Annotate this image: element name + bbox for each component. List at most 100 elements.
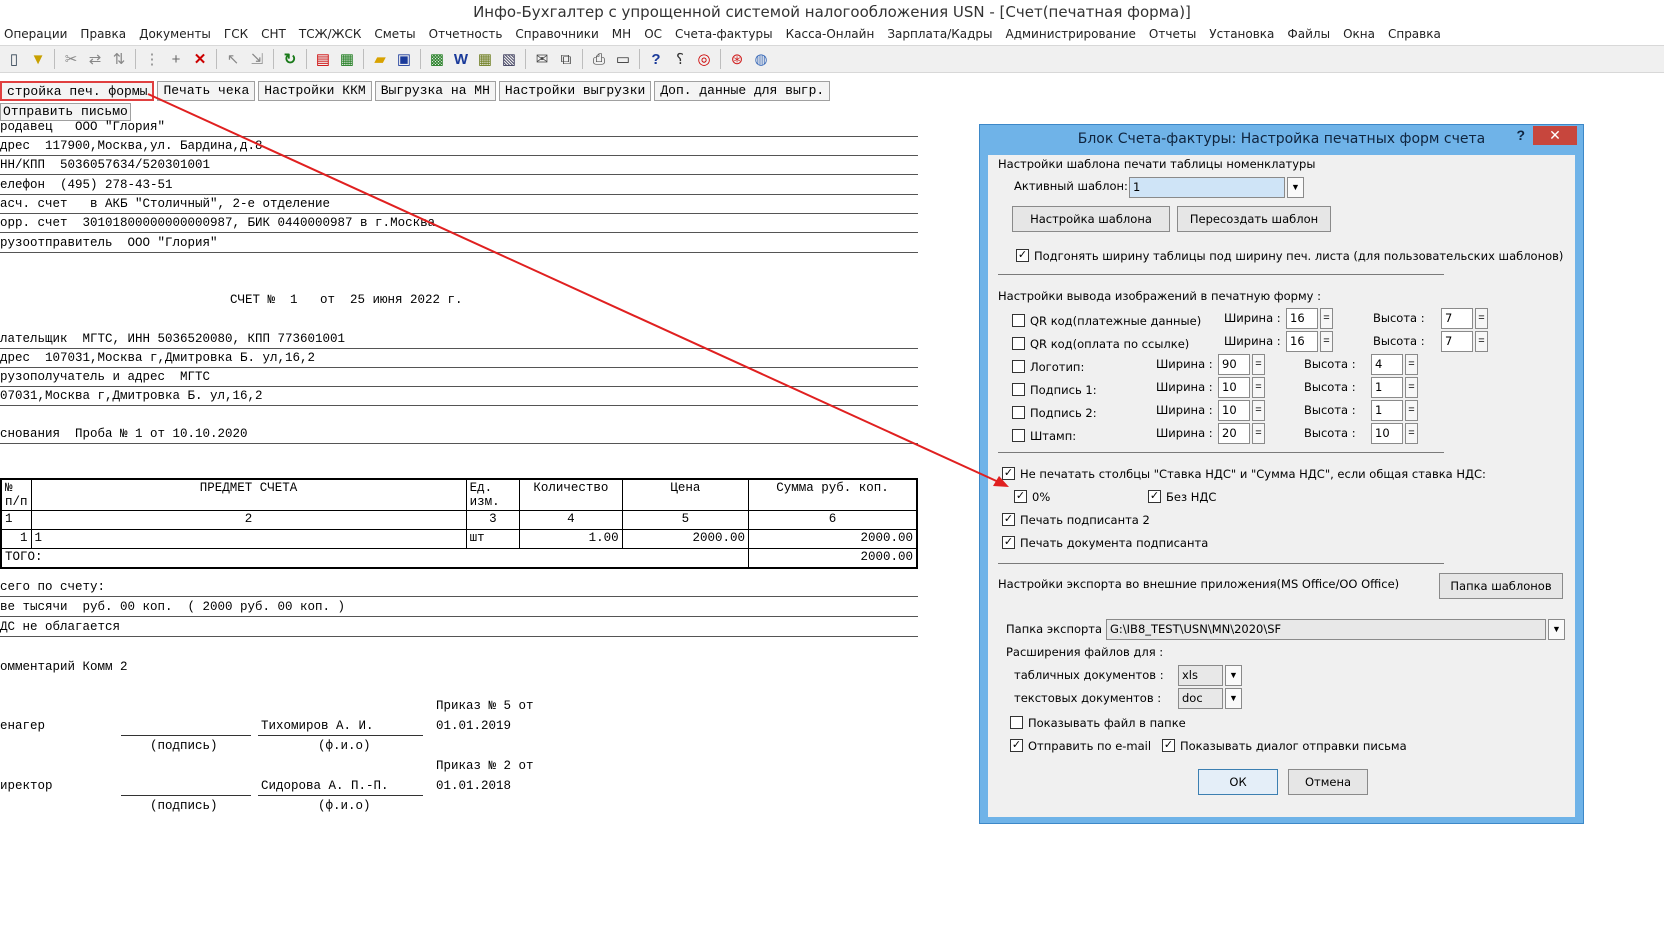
show-in-folder-checkbox[interactable] [1010,716,1023,729]
help-icon[interactable]: ? [644,47,668,71]
active-template-combo[interactable]: 1 [1129,177,1285,198]
signature2-height-eq[interactable]: = [1405,400,1418,421]
context-help-icon[interactable]: ⸮ [668,47,692,71]
menu-admin[interactable]: Администрирование [1006,27,1136,41]
qr-link-checkbox[interactable] [1012,337,1025,350]
print-form-settings-button[interactable]: стройка печ. формы [0,81,155,101]
folder-open-icon[interactable]: ▰ [368,47,392,71]
menu-invoices[interactable]: Счета-фактуры [675,27,773,41]
signature1-height-input[interactable]: 1 [1371,377,1403,398]
signature2-width-input[interactable]: 10 [1218,400,1250,421]
send-email-checkbox[interactable]: ✓ [1010,739,1023,752]
menu-reporting[interactable]: Отчетность [429,27,503,41]
no-vat-columns-checkbox[interactable]: ✓ [1002,467,1015,480]
qr-payment-height-input[interactable]: 7 [1441,308,1473,329]
menu-reports[interactable]: Отчеты [1149,27,1196,41]
excel-icon[interactable]: ▩ [425,47,449,71]
qr-payment-width-eq[interactable]: = [1320,308,1333,329]
menu-gsk[interactable]: ГСК [224,27,248,41]
menu-os[interactable]: ОС [644,27,662,41]
qr-link-height-eq[interactable]: = [1475,331,1488,352]
logo-width-eq[interactable]: = [1252,354,1265,375]
globe-icon[interactable]: ◍ [749,47,773,71]
menu-mn[interactable]: МН [612,27,631,41]
show-send-dialog-checkbox[interactable]: ✓ [1162,739,1175,752]
qr-payment-height-eq[interactable]: = [1475,308,1488,329]
menu-help[interactable]: Справка [1388,27,1441,41]
ok-button[interactable]: ОК [1198,769,1278,795]
template-folder-button[interactable]: Папка шаблонов [1439,573,1563,599]
menu-setup[interactable]: Установка [1209,27,1274,41]
refresh-icon[interactable]: ↻ [278,47,302,71]
document-icon[interactable]: ▧ [497,47,521,71]
preview-icon[interactable]: ▭ [611,47,635,71]
calculator-icon[interactable]: ▦ [335,47,359,71]
lifebuoy-icon[interactable]: ⊛ [725,47,749,71]
recreate-template-button[interactable]: Пересоздать шаблон [1177,206,1331,232]
print-receipt-button[interactable]: Печать чека [157,81,256,101]
close-button[interactable]: ✕ [1533,126,1577,145]
text-docs-combo[interactable]: doc [1178,688,1223,709]
logo-width-input[interactable]: 90 [1218,354,1250,375]
print-signer2-checkbox[interactable]: ✓ [1002,513,1015,526]
pointer-icon[interactable]: ↖ [221,47,245,71]
grid-icon[interactable]: ⋮ [140,47,164,71]
copy-icon[interactable]: ⧉ [554,47,578,71]
word-icon[interactable]: W [449,47,473,71]
chevron-down-icon[interactable]: ▼ [1225,688,1242,709]
signature2-width-eq[interactable]: = [1252,400,1265,421]
menu-payroll[interactable]: Зарплата/Кадры [887,27,992,41]
print-signer-doc-checkbox[interactable]: ✓ [1002,536,1015,549]
menu-kassa-online[interactable]: Касса-Онлайн [786,27,875,41]
extra-export-data-button[interactable]: Доп. данные для выгр. [654,81,831,101]
menu-operations[interactable]: Операции [4,27,67,41]
cut-icon[interactable]: ✂ [59,47,83,71]
table-docs-combo[interactable]: xls [1178,665,1223,686]
menu-files[interactable]: Файлы [1287,27,1330,41]
vat-zero-checkbox[interactable]: ✓ [1014,490,1027,503]
select-icon[interactable]: ⇲ [245,47,269,71]
menu-tszh[interactable]: ТСЖ/ЖСК [299,27,362,41]
menu-edit[interactable]: Правка [80,27,126,41]
export-mn-button[interactable]: Выгрузка на МН [374,81,496,101]
vat-none-checkbox[interactable]: ✓ [1148,490,1161,503]
qr-link-height-input[interactable]: 7 [1441,331,1473,352]
signature1-height-eq[interactable]: = [1405,377,1418,398]
menu-references[interactable]: Справочники [515,27,598,41]
signature1-width-input[interactable]: 10 [1218,377,1250,398]
chevron-down-icon[interactable]: ▼ [1225,665,1242,686]
chevron-down-icon[interactable]: ▼ [1287,177,1304,198]
logo-height-input[interactable]: 4 [1371,354,1403,375]
export-settings-button[interactable]: Настройки выгрузки [498,81,652,101]
add-icon[interactable]: + [164,47,188,71]
delete-icon[interactable]: ✕ [188,47,212,71]
mail-icon[interactable]: ✉ [530,47,554,71]
sort-icon[interactable]: ⇄ [83,47,107,71]
fit-width-checkbox[interactable]: ✓ [1016,249,1029,262]
stamp-checkbox[interactable] [1012,429,1025,442]
pdf-icon[interactable]: ▤ [311,47,335,71]
export-folder-combo[interactable]: G:\IB8_TEST\USN\MN\2020\SF [1106,619,1546,640]
menu-snt[interactable]: СНТ [261,27,286,41]
scissors-icon[interactable]: ⇅ [107,47,131,71]
signature1-width-eq[interactable]: = [1252,377,1265,398]
signature2-checkbox[interactable] [1012,406,1025,419]
print-icon[interactable]: ⎙ [587,47,611,71]
kkm-settings-button[interactable]: Настройки ККМ [258,81,372,101]
qr-payment-checkbox[interactable] [1012,314,1025,327]
menu-documents[interactable]: Документы [139,27,211,41]
stamp-height-input[interactable]: 10 [1371,423,1403,444]
template-settings-button[interactable]: Настройка шаблона [1012,206,1170,232]
signature2-height-input[interactable]: 1 [1371,400,1403,421]
stamp-width-input[interactable]: 20 [1218,423,1250,444]
chevron-down-icon[interactable]: ▼ [1548,619,1565,640]
menu-windows[interactable]: Окна [1343,27,1375,41]
filter-icon[interactable]: ▼ [26,47,50,71]
cancel-button[interactable]: Отмена [1288,769,1368,795]
help-button[interactable]: ? [1516,127,1525,143]
qr-payment-width-input[interactable]: 16 [1286,308,1318,329]
stamp-width-eq[interactable]: = [1252,423,1265,444]
table-icon[interactable]: ▦ [473,47,497,71]
stamp-height-eq[interactable]: = [1405,423,1418,444]
send-letter-button[interactable]: Отправить письмо [0,103,131,121]
